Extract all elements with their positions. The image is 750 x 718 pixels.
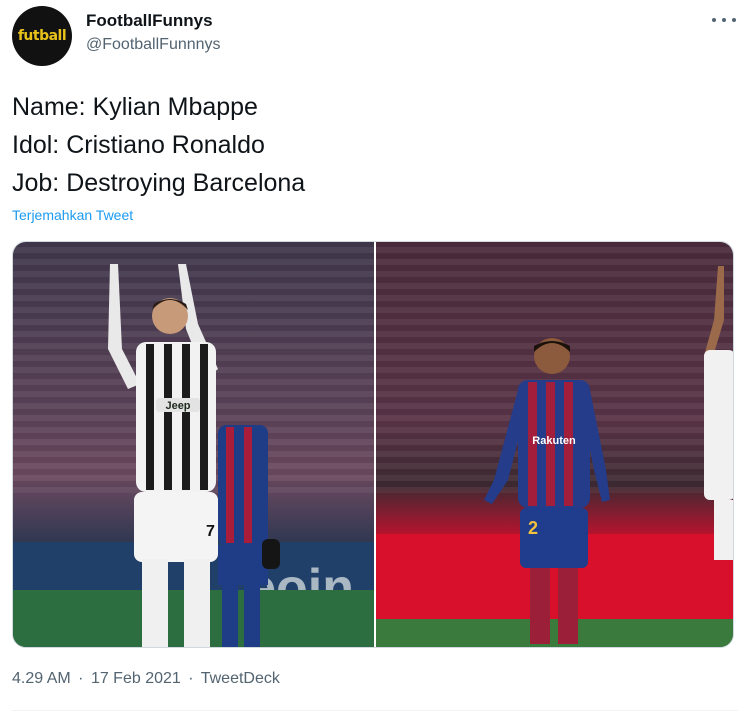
ronaldo-photo[interactable]: eoin Jeep 7 bbox=[13, 242, 374, 647]
barcelona-player-figure: Rakuten 2 bbox=[484, 338, 610, 644]
barcelona-number: 2 bbox=[528, 518, 538, 538]
avatar-logo-text: futball bbox=[17, 28, 67, 44]
divider bbox=[12, 710, 738, 711]
tweet-time[interactable]: 4.29 AM bbox=[12, 670, 71, 687]
translate-tweet-link[interactable]: Terjemahkan Tweet bbox=[12, 207, 133, 223]
tweet-source[interactable]: TweetDeck bbox=[201, 670, 280, 687]
ronaldo-sponsor: Jeep bbox=[165, 400, 190, 412]
author-handle[interactable]: @FootballFunnnys bbox=[86, 36, 221, 54]
author-name[interactable]: FootballFunnys bbox=[86, 11, 213, 31]
tweet-line: Job: Destroying Barcelona bbox=[12, 169, 306, 197]
barcelona-photo[interactable]: Rakuten 2 bbox=[376, 242, 733, 647]
barcelona-sponsor: Rakuten bbox=[532, 435, 576, 447]
background-player-figure bbox=[218, 425, 280, 647]
meta-separator: · bbox=[188, 670, 194, 687]
meta-separator: · bbox=[78, 670, 84, 687]
avatar[interactable]: futball bbox=[12, 6, 72, 66]
tweet-meta: 4.29 AM · 17 Feb 2021 · TweetDeck bbox=[12, 670, 283, 688]
tweet-line: Name: Kylian Mbappe bbox=[12, 93, 258, 121]
tweet-date[interactable]: 17 Feb 2021 bbox=[91, 670, 181, 687]
tweet-text: Name: Kylian Mbappe Idol: Cristiano Rona… bbox=[12, 88, 305, 202]
tweet-media[interactable]: eoin Jeep 7 Rakuten 2 bbox=[12, 241, 734, 648]
tweet-line: Idol: Cristiano Ronaldo bbox=[12, 131, 265, 159]
more-options-icon[interactable] bbox=[712, 10, 736, 30]
mbappe-partial-figure bbox=[704, 266, 733, 560]
